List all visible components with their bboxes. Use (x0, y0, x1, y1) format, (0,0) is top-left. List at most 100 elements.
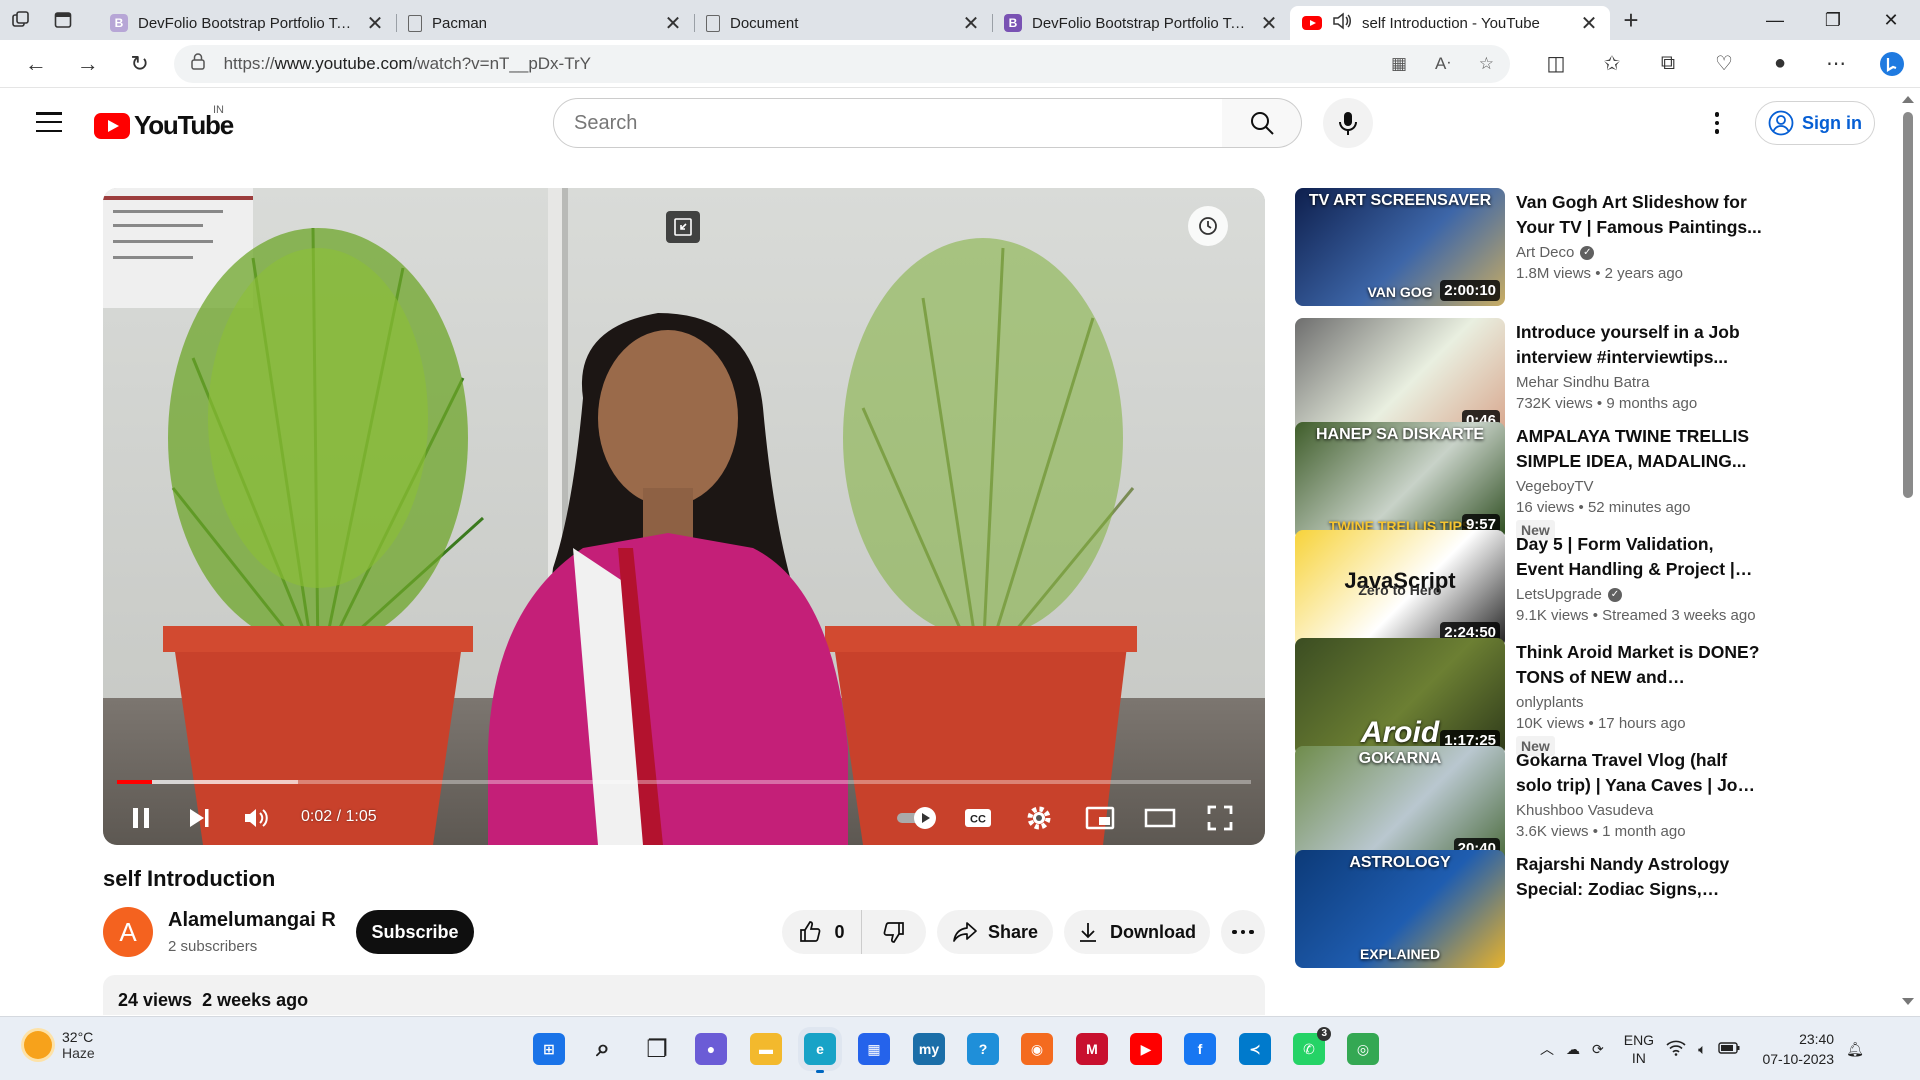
browser-tab[interactable]: Pacman ✕ (396, 6, 694, 40)
recommended-channel[interactable]: LetsUpgrade ✓ (1516, 586, 1765, 603)
mysql-icon[interactable]: my (913, 1033, 945, 1065)
recommended-video[interactable]: GOKARNA 20:40 Gokarna Travel Vlog (half so… (1295, 746, 1765, 866)
browser-tab-active[interactable]: self Introduction - YouTube ✕ (1290, 6, 1610, 40)
progress-bar[interactable] (117, 780, 1251, 784)
minimize-icon[interactable]: — (1746, 0, 1804, 40)
close-tab-icon[interactable]: ✕ (962, 11, 980, 36)
recommended-video[interactable]: ASTROLOGY EXPLAINED Rajarshi Nandy Astrolo… (1295, 850, 1765, 970)
recommended-video[interactable]: JavaScript Zero to Hero 2:24:50 Day 5 | For… (1295, 530, 1765, 650)
share-button[interactable]: Share (937, 910, 1053, 954)
video-player[interactable]: 0:02 / 1:05 CC (103, 188, 1265, 845)
like-button[interactable]: 0 (782, 910, 862, 954)
download-button[interactable]: Download (1064, 910, 1210, 954)
volume-tray-icon[interactable]: 🔈︎ (1698, 1041, 1706, 1058)
settings-more-icon[interactable]: ⋯ (1808, 51, 1864, 77)
whatsapp-icon[interactable]: ✆ 3 (1293, 1027, 1331, 1065)
watch-later-icon[interactable] (1188, 206, 1228, 246)
firefox-icon[interactable]: ◉ (1021, 1033, 1053, 1065)
file-explorer-icon[interactable]: ▬ (750, 1033, 782, 1065)
workspaces-icon[interactable] (0, 0, 42, 40)
read-aloud-icon[interactable]: Aᐧ (1435, 54, 1451, 74)
exit-fullscreen-overlay-icon[interactable] (666, 211, 700, 243)
back-arrow-icon[interactable]: ← (10, 40, 62, 88)
browser-tab[interactable]: Document ✕ (694, 6, 992, 40)
onedrive-cloud-icon[interactable]: ☁ (1566, 1041, 1580, 1058)
task-view-icon[interactable]: ❐ (641, 1033, 673, 1065)
close-window-icon[interactable]: ✕ (1862, 0, 1920, 40)
microsoft-store-icon[interactable]: ▦ (858, 1033, 890, 1065)
sign-in-button[interactable]: Sign in (1755, 101, 1875, 145)
recommended-video[interactable]: 0:46 Introduce yourself in a Job intervie… (1295, 318, 1765, 438)
recommended-channel[interactable]: VegeboyTV (1516, 478, 1765, 495)
recommended-video[interactable]: Aroid 1:17:25 Think Aroid Market is DONE? … (1295, 638, 1765, 758)
scroll-down-arrow-icon[interactable] (1902, 998, 1914, 1005)
new-tab-button[interactable]: + (1610, 0, 1652, 40)
hamburger-menu-icon[interactable] (36, 112, 62, 132)
theater-mode-icon[interactable] (1138, 794, 1182, 842)
video-thumbnail[interactable]: Aroid 1:17:25 (1295, 638, 1505, 756)
refresh-icon[interactable]: ↻ (114, 40, 166, 88)
notification-bell-icon[interactable]: 🔔︎ (1846, 1041, 1864, 1058)
app-available-icon[interactable]: ▦ (1391, 54, 1407, 74)
chrome-icon[interactable]: ◎ (1347, 1033, 1379, 1065)
page-scrollbar[interactable] (1898, 88, 1920, 1016)
fullscreen-icon[interactable] (1198, 794, 1242, 842)
search-input[interactable]: Search (553, 98, 1223, 148)
profile-icon[interactable]: ● (1752, 51, 1808, 77)
miniplayer-icon[interactable] (1078, 794, 1122, 842)
scroll-up-arrow-icon[interactable] (1902, 96, 1914, 103)
recommended-video[interactable]: TV ART SCREENSAVER VAN GOG 2:00:10 Van Gogh… (1295, 188, 1765, 308)
split-screen-icon[interactable]: ◫ (1528, 51, 1584, 77)
more-actions-icon[interactable] (1221, 910, 1265, 954)
favorite-star-icon[interactable]: ☆ (1479, 54, 1494, 74)
system-clock[interactable]: 23:40 07-10-2023 (1762, 1029, 1834, 1069)
settings-kebab-icon[interactable] (1702, 105, 1732, 141)
weather-widget[interactable]: 32°C Haze (24, 1029, 95, 1061)
recommended-channel[interactable]: Art Deco ✓ (1516, 244, 1765, 261)
description-box[interactable]: 24 views 2 weeks ago (103, 975, 1265, 1015)
close-tab-icon[interactable]: ✕ (1580, 11, 1598, 36)
close-tab-icon[interactable]: ✕ (1260, 11, 1278, 36)
speaker-icon[interactable] (1332, 12, 1352, 34)
show-hidden-icons-icon[interactable]: ︿ (1540, 1039, 1554, 1059)
subscribe-button[interactable]: Subscribe (356, 910, 474, 954)
video-thumbnail[interactable]: HANEP SA DISKARTE TWINE TRELLIS TIPS 9:57 (1295, 422, 1505, 540)
forward-arrow-icon[interactable]: → (62, 40, 114, 88)
restore-icon[interactable]: ❐ (1804, 0, 1862, 40)
help-icon[interactable]: ? (967, 1033, 999, 1065)
channel-name[interactable]: Alamelumangai R (168, 909, 336, 932)
lock-icon[interactable] (190, 52, 206, 75)
recommended-channel[interactable]: onlyplants (1516, 694, 1765, 711)
search-button[interactable] (1222, 98, 1302, 148)
browser-tab[interactable]: B DevFolio Bootstrap Portfolio Tem ✕ (98, 6, 396, 40)
vscode-icon[interactable]: ≺ (1239, 1033, 1271, 1065)
collections-icon[interactable]: ⧉ (1640, 51, 1696, 77)
settings-gear-icon[interactable] (1017, 794, 1061, 842)
edge-icon[interactable]: e (804, 1033, 836, 1073)
dislike-button[interactable] (862, 910, 926, 954)
video-thumbnail[interactable]: TV ART SCREENSAVER VAN GOG 2:00:10 (1295, 188, 1505, 306)
favorites-icon[interactable]: ✩ (1584, 51, 1640, 77)
video-thumbnail[interactable]: JavaScript Zero to Hero 2:24:50 (1295, 530, 1505, 648)
video-thumbnail[interactable]: GOKARNA 20:40 (1295, 746, 1505, 864)
browser-essentials-icon[interactable]: ♡ (1696, 51, 1752, 77)
youtube-icon[interactable]: ▶ (1130, 1033, 1162, 1065)
tab-actions-icon[interactable] (42, 0, 84, 40)
recommended-channel[interactable]: Khushboo Vasudeva (1516, 802, 1765, 819)
volume-icon[interactable] (237, 794, 277, 842)
autoplay-toggle[interactable] (893, 794, 943, 842)
search-icon[interactable]: ⌕ (587, 1033, 619, 1065)
mcafee-icon[interactable]: M (1076, 1033, 1108, 1065)
recommended-channel[interactable]: Mehar Sindhu Batra (1516, 374, 1765, 391)
chat-icon[interactable]: ● (695, 1033, 727, 1065)
video-thumbnail[interactable]: 0:46 (1295, 318, 1505, 436)
language-indicator[interactable]: ENG IN (1624, 1031, 1654, 1067)
next-video-icon[interactable] (179, 794, 219, 842)
browser-tab[interactable]: B DevFolio Bootstrap Portfolio Tem ✕ (992, 6, 1290, 40)
facebook-icon[interactable]: f (1184, 1033, 1216, 1065)
close-tab-icon[interactable]: ✕ (366, 11, 384, 36)
address-bar[interactable]: https://www.youtube.com/watch?v=nT__pDx-… (173, 44, 1510, 83)
wifi-icon[interactable] (1666, 1040, 1686, 1059)
channel-avatar[interactable]: A (103, 907, 153, 957)
copilot-icon[interactable] (1864, 51, 1920, 77)
